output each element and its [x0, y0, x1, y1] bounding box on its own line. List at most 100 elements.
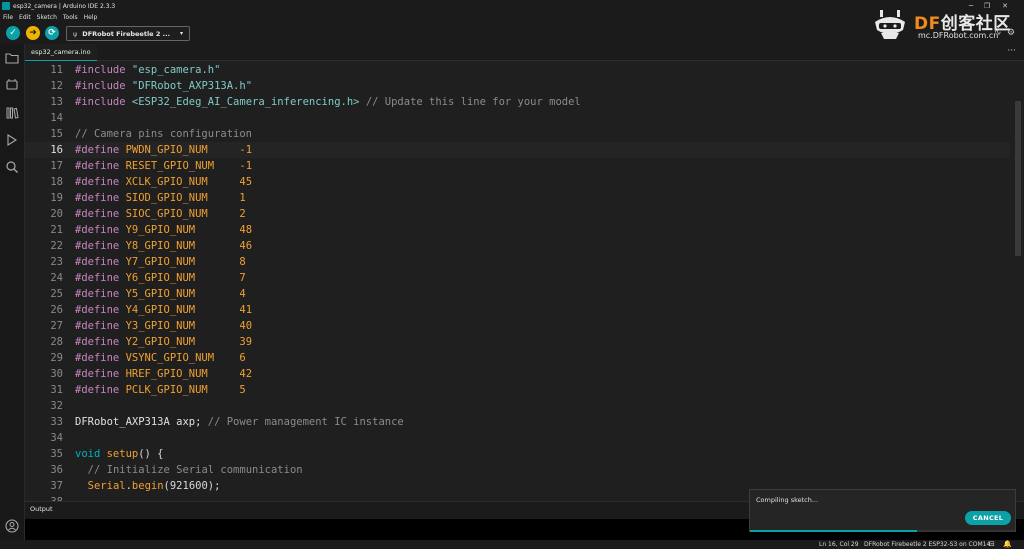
code-token: #define	[75, 208, 126, 220]
line-number: 11	[50, 64, 63, 76]
code-token: -1	[239, 144, 253, 156]
code-token: Serial	[87, 480, 126, 492]
code-token: 45	[239, 176, 253, 188]
code-line[interactable]: 28 #define Y2_GPIO_NUM 39	[25, 334, 1010, 350]
tab-esp32-camera[interactable]: esp32_camera.ino	[25, 44, 97, 61]
code-token: 46	[239, 240, 253, 252]
menu-sketch[interactable]: Sketch	[37, 14, 57, 21]
code-line[interactable]: 17 #define RESET_GPIO_NUM -1	[25, 158, 1010, 174]
line-number: 19	[50, 192, 63, 204]
board-selector[interactable]: ψ DFRobot Firebeetle 2 ... ▾	[66, 26, 190, 41]
debug-button[interactable]: ⟳	[45, 26, 59, 40]
line-number: 24	[50, 272, 63, 284]
code-line[interactable]: 31 #define PCLK_GPIO_NUM 5	[25, 382, 1010, 398]
code-token: Y8_GPIO_NUM	[125, 240, 196, 252]
code-token: "DFRobot_AXP313A.h"	[131, 80, 253, 92]
line-number: 31	[50, 384, 63, 396]
code-token: DFRobot_AXP313A axp;	[75, 416, 208, 428]
code-token: 1	[239, 192, 246, 204]
code-line[interactable]: 32	[25, 398, 1010, 414]
code-line[interactable]: 13 #include <ESP32_Edeg_AI_Camera_inferen…	[25, 94, 1010, 110]
code-token: 2	[239, 208, 246, 220]
line-number: 27	[50, 320, 63, 332]
code-text: Serial.begin(921600);	[75, 478, 221, 494]
code-line[interactable]: 14	[25, 110, 1010, 126]
menu-tools[interactable]: Tools	[63, 14, 78, 21]
code-text: #define SIOC_GPIO_NUM 2	[75, 206, 246, 222]
search-icon[interactable]	[4, 159, 20, 175]
editor-tab-bar: esp32_camera.ino ···	[25, 44, 1024, 61]
code-text: // Initialize Serial communication	[75, 462, 303, 478]
line-number: 23	[50, 256, 63, 268]
code-token: <ESP32_Edeg_AI_Camera_inferencing.h>	[131, 96, 360, 108]
code-line[interactable]: 16 #define PWDN_GPIO_NUM -1	[25, 142, 1010, 158]
line-number: 28	[50, 336, 63, 348]
status-bar: Ln 16, Col 29 DFRobot Firebeetle 2 ESP32…	[0, 540, 1024, 549]
bell-icon[interactable]: 🔔	[1003, 540, 1012, 548]
code-line[interactable]: 33 DFRobot_AXP313A axp; // Power manageme…	[25, 414, 1010, 430]
code-line[interactable]: 29 #define VSYNC_GPIO_NUM 6	[25, 350, 1010, 366]
code-line[interactable]: 12 #include "DFRobot_AXP313A.h"	[25, 78, 1010, 94]
code-line[interactable]: 26 #define Y4_GPIO_NUM 41	[25, 302, 1010, 318]
usb-icon: ψ	[73, 29, 78, 38]
editor-scrollbar[interactable]	[1012, 61, 1022, 501]
debug-panel-icon[interactable]	[4, 132, 20, 148]
sketchbook-folder-icon[interactable]	[4, 50, 20, 66]
account-icon[interactable]	[4, 518, 20, 534]
code-line[interactable]: 22 #define Y8_GPIO_NUM 46	[25, 238, 1010, 254]
code-token: 39	[239, 336, 253, 348]
compile-notification: Compiling sketch... CANCEL	[749, 489, 1016, 532]
activity-sidebar	[0, 44, 25, 540]
code-text: DFRobot_AXP313A axp; // Power management…	[75, 414, 404, 430]
boards-manager-icon[interactable]	[4, 77, 20, 93]
code-token: #include	[75, 64, 132, 76]
code-token: #include	[75, 80, 132, 92]
code-line[interactable]: 21 #define Y9_GPIO_NUM 48	[25, 222, 1010, 238]
scrollbar-thumb[interactable]	[1015, 101, 1021, 256]
code-line[interactable]: 19 #define SIOD_GPIO_NUM 1	[25, 190, 1010, 206]
code-line[interactable]: 36 // Initialize Serial communication	[25, 462, 1010, 478]
code-line[interactable]: 24 #define Y6_GPIO_NUM 7	[25, 270, 1010, 286]
code-line[interactable]: 34	[25, 430, 1010, 446]
menu-edit[interactable]: Edit	[19, 14, 31, 21]
menu-file[interactable]: File	[3, 14, 13, 21]
code-token: 8	[239, 256, 246, 268]
verify-button[interactable]: ✓	[6, 26, 20, 40]
library-manager-icon[interactable]	[4, 105, 20, 121]
code-line[interactable]: 35 void setup() {	[25, 446, 1010, 462]
cancel-button[interactable]: CANCEL	[965, 511, 1011, 525]
code-token: #define	[75, 160, 126, 172]
code-line[interactable]: 11 #include "esp_camera.h"	[25, 62, 1010, 78]
code-token: Y9_GPIO_NUM	[125, 224, 196, 236]
code-line[interactable]: 27 #define Y3_GPIO_NUM 40	[25, 318, 1010, 334]
line-number: 37	[50, 480, 63, 492]
code-token: PCLK_GPIO_NUM	[125, 384, 208, 396]
code-text: void setup() {	[75, 446, 164, 462]
code-editor[interactable]: 11 #include "esp_camera.h" 12 #include "DFR…	[25, 61, 1010, 501]
code-line[interactable]: 25 #define Y5_GPIO_NUM 4	[25, 286, 1010, 302]
more-options-icon[interactable]: ···	[1007, 46, 1016, 56]
code-text: #define Y2_GPIO_NUM 39	[75, 334, 252, 350]
code-text: #define Y4_GPIO_NUM 41	[75, 302, 252, 318]
progress-fill	[750, 530, 917, 532]
code-line[interactable]: 15 // Camera pins configuration	[25, 126, 1010, 142]
code-line[interactable]: 30 #define HREF_GPIO_NUM 42	[25, 366, 1010, 382]
code-line[interactable]: 18 #define XCLK_GPIO_NUM 45	[25, 174, 1010, 190]
line-number: 22	[50, 240, 63, 252]
upload-button[interactable]: ➜	[26, 26, 40, 40]
line-number: 25	[50, 288, 63, 300]
code-token: #define	[75, 320, 126, 332]
line-number: 36	[50, 464, 63, 476]
code-line[interactable]: 20 #define SIOC_GPIO_NUM 2	[25, 206, 1010, 222]
terminal-icon[interactable]: ⊟	[989, 540, 995, 548]
code-token: begin	[131, 480, 164, 492]
code-line[interactable]: 23 #define Y7_GPIO_NUM 8	[25, 254, 1010, 270]
board-port-status[interactable]: DFRobot Firebeetle 2 ESP32-S3 on COM14	[864, 541, 990, 548]
menu-help[interactable]: Help	[84, 14, 98, 21]
